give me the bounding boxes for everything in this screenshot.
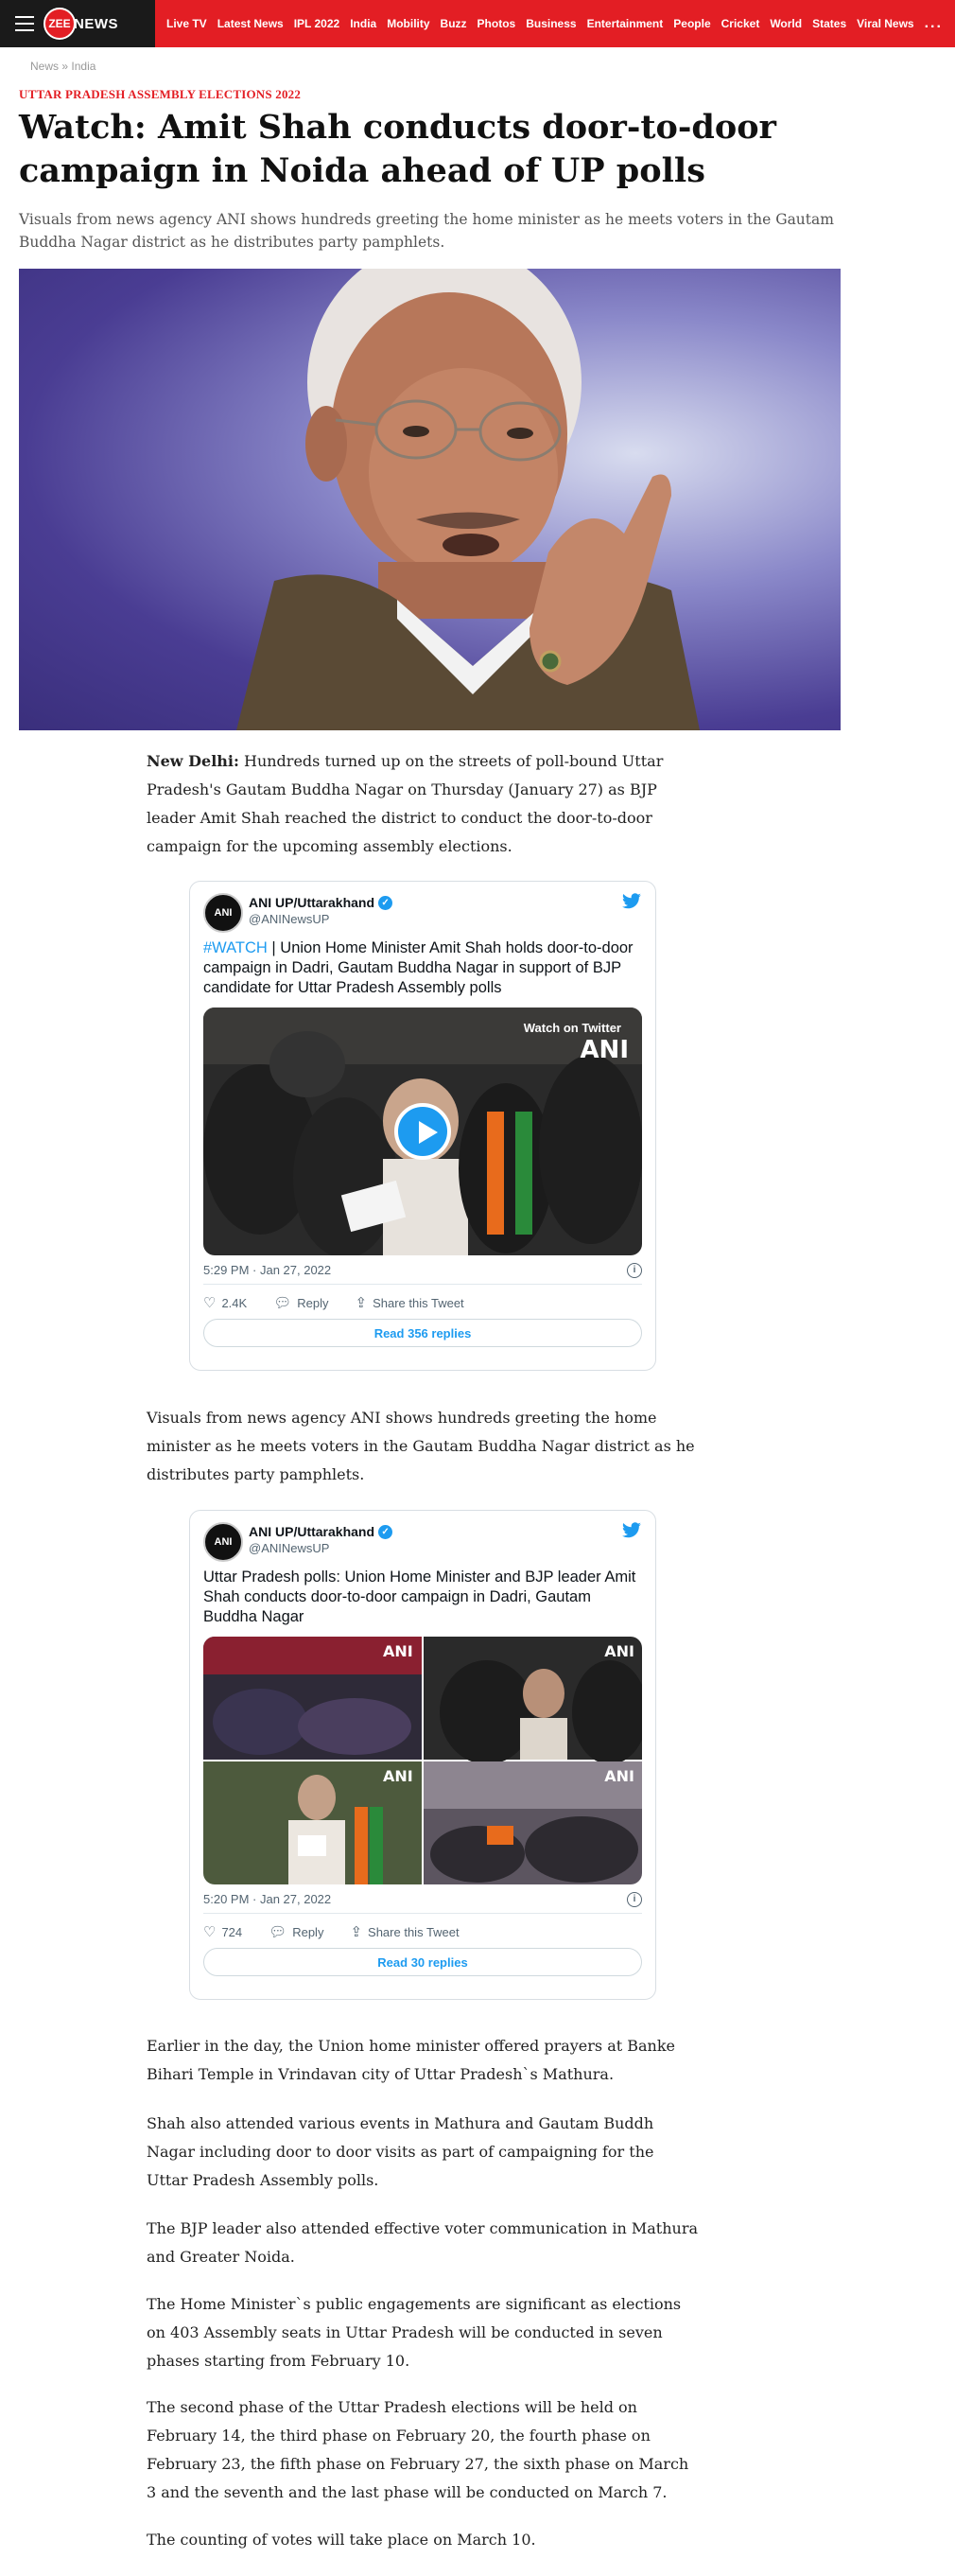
read-replies-button[interactable]: Read 30 replies (203, 1948, 642, 1976)
tweet-timestamp[interactable]: 5:20 PM · Jan 27, 2022 (203, 1892, 331, 1906)
embedded-tweet-2[interactable]: ANI ANI UP/Uttarakhand ✓ @ANINewsUP Utta… (189, 1510, 656, 2000)
tweet-photo-grid[interactable]: ANI ANI ANI ANI (203, 1637, 642, 1884)
share-button[interactable]: ⇪ Share this Tweet (350, 1923, 459, 1940)
ani-watermark: ANI (383, 1767, 413, 1785)
article-paragraph-7: The second phase of the Uttar Pradesh el… (147, 2398, 689, 2501)
tweet-header: ANI ANI UP/Uttarakhand ✓ @ANINewsUP (190, 1511, 655, 1568)
reply-label: Reply (292, 1924, 324, 1939)
dateline: New Delhi: (147, 752, 239, 770)
breadcrumb-separator: » (61, 60, 69, 73)
tweet-actions: ♡ 2.4K 💬︎ Reply ⇪ Share this Tweet (190, 1285, 655, 1319)
tweet-author-name[interactable]: ANI UP/Uttarakhand ✓ (249, 895, 393, 910)
tweet-author-handle[interactable]: @ANINewsUP (249, 912, 329, 926)
nav-item-business[interactable]: Business (526, 17, 576, 30)
reply-icon: 💬︎ (273, 1295, 292, 1311)
read-replies-button[interactable]: Read 356 replies (203, 1319, 642, 1347)
hero-image-amit-shah (19, 269, 841, 730)
hashtag-watch[interactable]: #WATCH (203, 939, 268, 956)
info-icon[interactable]: i (627, 1263, 642, 1278)
share-label: Share this Tweet (373, 1295, 464, 1310)
heart-icon: ♡ (203, 1924, 217, 1940)
more-menu-button[interactable]: ... (925, 15, 943, 32)
ani-watermark: ANI (604, 1767, 634, 1785)
article-headline: Watch: Amit Shah conducts door-to-door c… (19, 108, 777, 190)
verified-badge-icon: ✓ (378, 895, 393, 910)
tweet-author-name[interactable]: ANI UP/Uttarakhand ✓ (249, 1524, 393, 1539)
article-paragraph-8: The counting of votes will take place on… (147, 2531, 536, 2549)
ani-watermark: ANI (383, 1642, 413, 1660)
tweet-timestamp-row: 5:20 PM · Jan 27, 2022 i (190, 1884, 655, 1913)
share-button[interactable]: ⇪ Share this Tweet (356, 1294, 464, 1311)
verified-badge-icon: ✓ (378, 1524, 393, 1539)
tweet-timestamp[interactable]: 5:29 PM · Jan 27, 2022 (203, 1263, 331, 1277)
like-button[interactable]: ♡ 724 (203, 1923, 242, 1940)
ani-watermark: ANI (580, 1036, 629, 1064)
tweet-video[interactable]: Watch on Twitter ANI (203, 1008, 642, 1255)
play-icon[interactable] (394, 1103, 451, 1160)
nav-item-cricket[interactable]: Cricket (721, 17, 760, 30)
nav-item-entertainment[interactable]: Entertainment (587, 17, 664, 30)
nav-item-india[interactable]: India (350, 17, 376, 30)
nav-item-latest-news[interactable]: Latest News (217, 17, 284, 30)
nav-item-photos[interactable]: Photos (478, 17, 516, 30)
watch-on-twitter-label[interactable]: Watch on Twitter (524, 1021, 621, 1035)
article-paragraph-6: The Home Minister`s public engagements a… (147, 2295, 682, 2370)
avatar[interactable]: ANI (203, 893, 243, 933)
like-count: 2.4K (221, 1295, 248, 1310)
breadcrumb: News » India (30, 60, 96, 73)
nav-item-people[interactable]: People (673, 17, 710, 30)
nav-item-mobility[interactable]: Mobility (387, 17, 429, 30)
info-icon[interactable]: i (627, 1892, 642, 1907)
author-name-text: ANI UP/Uttarakhand (249, 1524, 375, 1539)
like-count: 724 (221, 1924, 243, 1939)
twitter-bird-icon[interactable] (621, 893, 642, 910)
logo-block: ZEE NEWS (0, 0, 155, 47)
article-paragraph-5: The BJP leader also attended effective v… (147, 2219, 699, 2266)
nav-item-live-tv[interactable]: Live TV (166, 17, 207, 30)
nav-item-ipl-2022[interactable]: IPL 2022 (294, 17, 339, 30)
breadcrumb-section[interactable]: India (71, 60, 96, 73)
tweet-actions: ♡ 724 💬︎ Reply ⇪ Share this Tweet (190, 1914, 655, 1948)
tweet-timestamp-row: 5:29 PM · Jan 27, 2022 i (190, 1255, 655, 1284)
tweet-body: | Union Home Minister Amit Shah holds do… (203, 939, 634, 996)
breadcrumb-home[interactable]: News (30, 60, 59, 73)
reply-button[interactable]: 💬︎ Reply (269, 1923, 323, 1940)
article-paragraph-4: Shah also attended various events in Mat… (147, 2114, 654, 2189)
share-icon: ⇪ (355, 1295, 368, 1311)
author-name-text: ANI UP/Uttarakhand (249, 895, 375, 910)
avatar[interactable]: ANI (203, 1522, 243, 1562)
heart-icon: ♡ (203, 1295, 217, 1311)
logo-mark: ZEE (43, 8, 76, 40)
article-category[interactable]: UTTAR PRADESH ASSEMBLY ELECTIONS 2022 (19, 87, 301, 102)
nav-item-buzz[interactable]: Buzz (441, 17, 467, 30)
zee-news-logo[interactable]: ZEE NEWS (43, 6, 118, 42)
share-label: Share this Tweet (368, 1924, 460, 1939)
article-summary: Visuals from news agency ANI shows hundr… (19, 211, 834, 251)
logo-text: NEWS (74, 15, 118, 32)
embedded-tweet-1[interactable]: ANI ANI UP/Uttarakhand ✓ @ANINewsUP #WAT… (189, 881, 656, 1371)
hamburger-icon[interactable] (15, 16, 34, 31)
ani-watermark: ANI (604, 1642, 634, 1660)
nav-item-world[interactable]: World (770, 17, 802, 30)
like-button[interactable]: ♡ 2.4K (203, 1294, 247, 1311)
nav-item-viral-news[interactable]: Viral News (857, 17, 913, 30)
top-navigation-bar: ZEE NEWS Live TV Latest News IPL 2022 In… (0, 0, 955, 47)
reply-icon: 💬︎ (269, 1924, 287, 1940)
share-icon: ⇪ (350, 1924, 363, 1940)
tweet-author-handle[interactable]: @ANINewsUP (249, 1541, 329, 1555)
tweet-header: ANI ANI UP/Uttarakhand ✓ @ANINewsUP (190, 882, 655, 938)
nav-menu: Live TV Latest News IPL 2022 India Mobil… (166, 0, 943, 47)
twitter-bird-icon[interactable] (621, 1522, 642, 1539)
nav-item-states[interactable]: States (812, 17, 846, 30)
article-paragraph-2: Visuals from news agency ANI shows hundr… (147, 1409, 695, 1483)
article-paragraph-1: New Delhi: Hundreds turned up on the str… (147, 747, 700, 861)
tweet-text: Uttar Pradesh polls: Union Home Minister… (203, 1568, 636, 1625)
tweet-text: #WATCH | Union Home Minister Amit Shah h… (190, 938, 655, 998)
article-paragraph-3: Earlier in the day, the Union home minis… (147, 2037, 676, 2083)
reply-label: Reply (297, 1295, 329, 1310)
reply-button[interactable]: 💬︎ Reply (273, 1294, 328, 1311)
